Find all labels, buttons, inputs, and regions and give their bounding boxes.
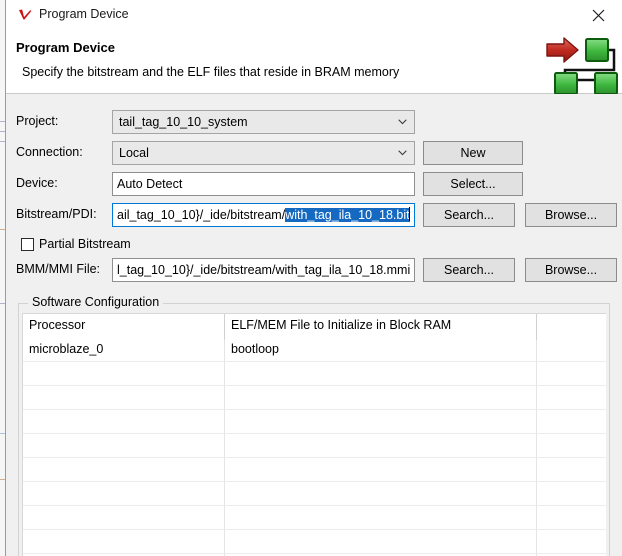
- table-row[interactable]: [23, 530, 606, 554]
- cell-elf-mem: [225, 506, 537, 529]
- cell-elf-mem: [225, 458, 537, 481]
- background-artifact: —: [0, 300, 5, 307]
- page-subtitle: Specify the bitstream and the ELF files …: [22, 65, 400, 79]
- device-label: Device:: [16, 176, 58, 190]
- software-configuration-title: Software Configuration: [28, 295, 164, 309]
- block-design-arrow-icon: [544, 32, 622, 95]
- cell-processor: [23, 506, 225, 529]
- page-title: Program Device: [16, 40, 115, 55]
- cell-extra: [537, 506, 606, 529]
- cell-extra: [537, 434, 606, 457]
- cell-extra: [537, 458, 606, 481]
- table-row[interactable]: microblaze_0 bootloop: [23, 338, 606, 362]
- column-header-elf-mem[interactable]: ELF/MEM File to Initialize in Block RAM: [225, 314, 537, 337]
- device-input[interactable]: Auto Detect: [112, 172, 415, 196]
- chevron-down-icon: [398, 119, 407, 125]
- bitstream-value-prefix: ail_tag_10_10}/_ide/bitstream/: [117, 208, 286, 222]
- cell-elf-mem: [225, 434, 537, 457]
- connection-dropdown[interactable]: Local: [112, 141, 415, 165]
- bmm-mmi-value: l_tag_10_10}/_ide/bitstream/with_tag_ila…: [117, 263, 411, 277]
- background-artifact: —: [0, 430, 5, 437]
- partial-bitstream-label: Partial Bitstream: [39, 237, 131, 251]
- project-value: tail_tag_10_10_system: [119, 115, 248, 129]
- device-value: Auto Detect: [117, 177, 183, 191]
- select-device-button[interactable]: Select...: [423, 172, 523, 196]
- bitstream-input[interactable]: ail_tag_10_10}/_ide/bitstream/with_tag_i…: [112, 203, 415, 227]
- cell-processor: [23, 386, 225, 409]
- bitstream-value-selected: with_tag_ila_10_18.bit: [285, 208, 410, 222]
- cell-processor: [23, 482, 225, 505]
- cell-processor: microblaze_0: [29, 342, 104, 356]
- cell-elf-mem: bootloop: [231, 342, 279, 356]
- chevron-down-icon: [398, 150, 407, 156]
- bmm-mmi-input[interactable]: l_tag_10_10}/_ide/bitstream/with_tag_ila…: [112, 258, 415, 282]
- bmm-mmi-search-button[interactable]: Search...: [423, 258, 515, 282]
- checkbox-box-icon: [21, 237, 34, 251]
- table-row[interactable]: [23, 410, 606, 434]
- dialog-titlebar: Program Device: [6, 0, 622, 30]
- software-configuration-table[interactable]: Processor ELF/MEM File to Initialize in …: [22, 313, 606, 556]
- background-artifact: —: [0, 476, 5, 483]
- cell-extra: [537, 386, 606, 409]
- vivado-logo-icon: [16, 6, 34, 24]
- background-artifact: —: [0, 138, 5, 145]
- bmm-mmi-label: BMM/MMI File:: [16, 262, 101, 276]
- project-label: Project:: [16, 114, 59, 128]
- dialog-header-band: Program Device Specify the bitstream and…: [6, 30, 622, 95]
- table-row[interactable]: [23, 482, 606, 506]
- table-row[interactable]: [23, 434, 606, 458]
- new-connection-button[interactable]: New: [423, 141, 523, 165]
- close-icon[interactable]: [576, 0, 622, 30]
- cell-processor: [23, 362, 225, 385]
- table-row[interactable]: [23, 506, 606, 530]
- bmm-mmi-browse-button[interactable]: Browse...: [525, 258, 617, 282]
- cell-extra: [537, 362, 606, 385]
- cell-processor: [23, 434, 225, 457]
- table-row[interactable]: [23, 458, 606, 482]
- cell-extra: [537, 482, 606, 505]
- cell-processor: [23, 530, 225, 553]
- cell-processor: [23, 458, 225, 481]
- partial-bitstream-checkbox[interactable]: Partial Bitstream: [21, 235, 131, 253]
- column-header-extra[interactable]: [537, 314, 606, 337]
- cell-elf-mem: [225, 362, 537, 385]
- text-caret: [408, 207, 410, 221]
- column-header-processor[interactable]: Processor: [23, 314, 225, 337]
- bitstream-label: Bitstream/PDI:: [16, 207, 97, 221]
- program-device-dialog: Program Device Program Device Specify th…: [6, 0, 622, 556]
- table-row[interactable]: [23, 386, 606, 410]
- table-row[interactable]: [23, 362, 606, 386]
- connection-label: Connection:: [16, 145, 83, 159]
- background-artifact: —: [0, 226, 5, 233]
- background-artifact: —: [0, 118, 5, 125]
- project-dropdown[interactable]: tail_tag_10_10_system: [112, 110, 415, 134]
- cell-extra: [537, 530, 606, 553]
- bitstream-search-button[interactable]: Search...: [423, 203, 515, 227]
- cell-elf-mem: [225, 410, 537, 433]
- cell-elf-mem: [225, 386, 537, 409]
- cell-processor: [23, 410, 225, 433]
- cell-elf-mem: [225, 482, 537, 505]
- cell-extra: [537, 338, 606, 361]
- bitstream-browse-button[interactable]: Browse...: [525, 203, 617, 227]
- dialog-title: Program Device: [39, 7, 129, 21]
- background-artifact: —: [0, 128, 5, 135]
- cell-elf-mem: [225, 530, 537, 553]
- connection-value: Local: [119, 146, 149, 160]
- table-header-row: Processor ELF/MEM File to Initialize in …: [23, 314, 606, 338]
- cell-extra: [537, 410, 606, 433]
